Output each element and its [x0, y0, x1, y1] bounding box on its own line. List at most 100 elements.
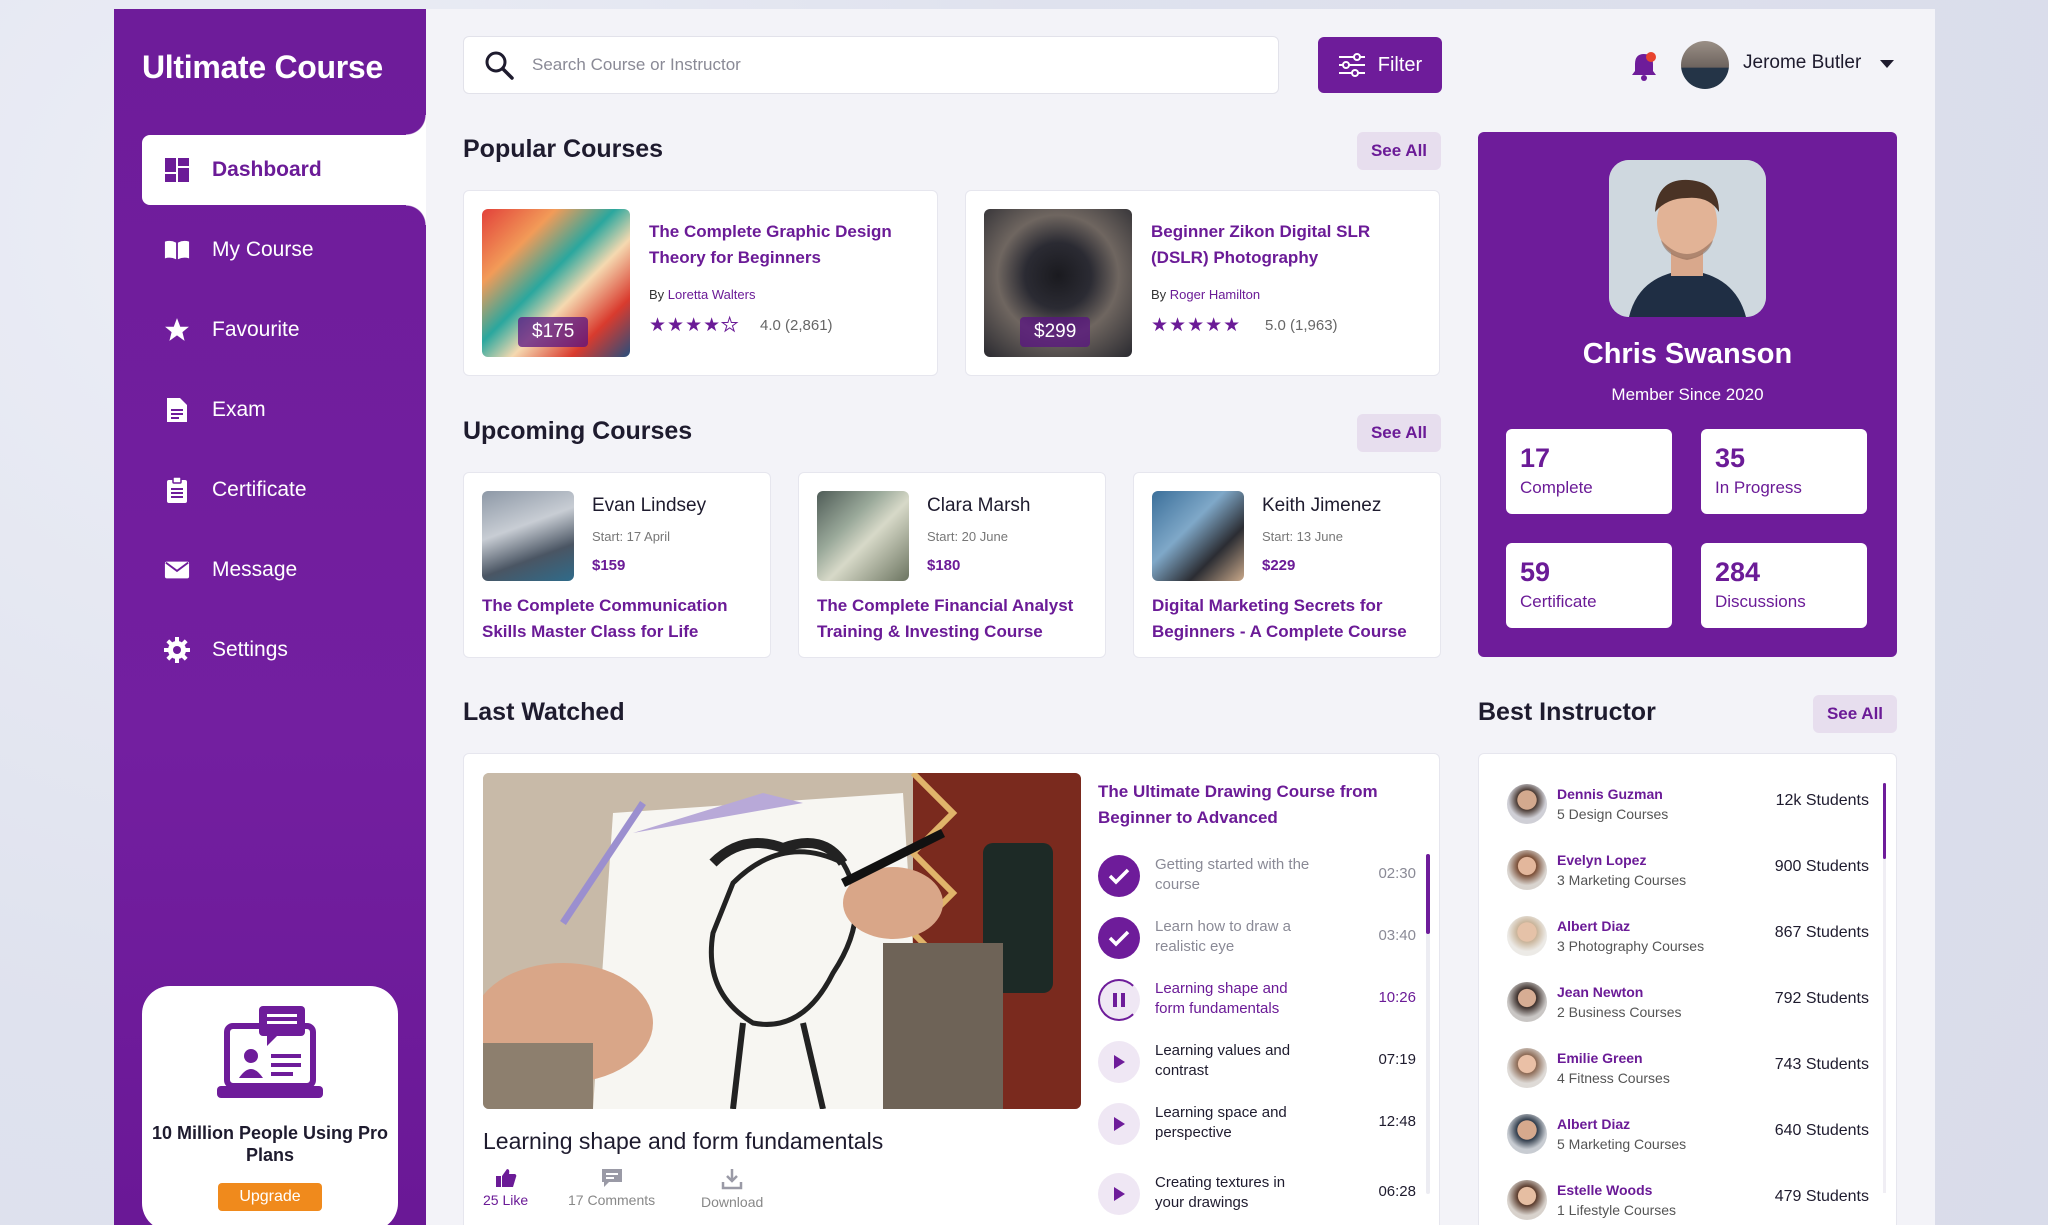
search-bar[interactable]: [463, 36, 1279, 94]
price-badge: $175: [518, 317, 589, 347]
course-title[interactable]: The Complete Graphic Design Theory for B…: [649, 219, 919, 271]
chevron-down-icon[interactable]: [1880, 60, 1894, 68]
instructor-see-all-button[interactable]: See All: [1813, 695, 1897, 733]
instructor-item[interactable]: Estelle Woods 1 Lifestyle Courses 479 Stud…: [1507, 1178, 1869, 1225]
playlist-scrollbar-thumb[interactable]: [1426, 854, 1430, 934]
filter-button[interactable]: Filter: [1318, 37, 1442, 93]
popular-courses-title: Popular Courses: [463, 135, 664, 163]
stat-certificate[interactable]: 59 Certificate: [1506, 543, 1672, 628]
playlist-course-title[interactable]: The Ultimate Drawing Course from Beginne…: [1098, 779, 1398, 831]
instructor-item[interactable]: Albert Diaz 5 Marketing Courses 640 Studen…: [1507, 1112, 1869, 1160]
stat-discussions[interactable]: 284 Discussions: [1701, 543, 1867, 628]
comments-button[interactable]: 17 Comments: [568, 1168, 655, 1208]
course-title[interactable]: Beginner Zikon Digital SLR (DSLR) Photog…: [1151, 219, 1431, 271]
sidebar-item-label: Exam: [212, 398, 266, 421]
instructor-item[interactable]: Jean Newton 2 Business Courses 792 Student…: [1507, 980, 1869, 1028]
last-watched-title: Last Watched: [463, 698, 625, 726]
last-watched-card: Learning shape and form fundamentals 25 …: [463, 753, 1440, 1225]
lesson-item[interactable]: Learning space and perspective 12:48: [1098, 1099, 1416, 1149]
course-thumbnail: $299: [984, 209, 1132, 357]
star-icon: [164, 317, 190, 343]
document-icon: [164, 397, 190, 423]
sidebar-item-message[interactable]: Message: [142, 535, 426, 605]
app-window: Ultimate Course Dashboard My Course Favo…: [114, 9, 1935, 1225]
avatar: [1507, 850, 1547, 890]
upgrade-button[interactable]: Upgrade: [218, 1183, 322, 1211]
upcoming-course-card[interactable]: Clara Marsh Start: 20 June $180 The Comp…: [798, 472, 1106, 658]
course-price: $180: [927, 557, 961, 574]
course-title[interactable]: The Complete Financial Analyst Training …: [817, 593, 1097, 645]
instructor-item[interactable]: Dennis Guzman 5 Design Courses 12k Student…: [1507, 782, 1869, 830]
stat-complete[interactable]: 17 Complete: [1506, 429, 1672, 514]
instructor-list: Dennis Guzman 5 Design Courses 12k Student…: [1478, 753, 1897, 1225]
course-price: $229: [1262, 557, 1296, 574]
popular-see-all-button[interactable]: See All: [1357, 132, 1441, 170]
course-card[interactable]: $175 The Complete Graphic Design Theory …: [463, 190, 938, 376]
clipboard-icon: [164, 476, 190, 503]
sidebar-item-certificate[interactable]: Certificate: [142, 455, 426, 525]
check-icon: [1098, 917, 1140, 959]
course-thumbnail: [817, 491, 909, 581]
lesson-item[interactable]: Creating textures in your drawings 06:28: [1098, 1169, 1416, 1219]
search-icon: [485, 51, 514, 80]
course-thumbnail: [482, 491, 574, 581]
sidebar-item-dashboard[interactable]: Dashboard: [142, 115, 426, 225]
avatar: [1507, 1180, 1547, 1220]
sidebar-item-label: Settings: [212, 638, 288, 661]
pause-icon: [1098, 979, 1140, 1021]
sidebar-item-label: Favourite: [212, 318, 300, 341]
comment-icon: [601, 1169, 622, 1187]
upcoming-course-card[interactable]: Evan Lindsey Start: 17 April $159 The Co…: [463, 472, 771, 658]
sidebar-item-favourite[interactable]: Favourite: [142, 295, 426, 365]
sidebar-item-label: Message: [212, 558, 298, 581]
search-input[interactable]: [532, 55, 1232, 75]
rating-value: 4.0 (2,861): [760, 317, 833, 334]
rating-stars: ★★★★★: [1151, 315, 1242, 336]
lesson-item-active[interactable]: Learning shape and form fundamentals 10:…: [1098, 975, 1416, 1025]
download-button[interactable]: Download: [701, 1168, 763, 1210]
price-badge: $299: [1020, 317, 1091, 347]
rating-stars: ★★★★★: [649, 315, 740, 337]
instructor-scrollbar-thumb[interactable]: [1883, 783, 1886, 859]
sidebar: Ultimate Course Dashboard My Course Favo…: [114, 9, 426, 1225]
sidebar-item-my-course[interactable]: My Course: [142, 215, 426, 285]
lesson-item[interactable]: Learning values and contrast 07:19: [1098, 1037, 1416, 1087]
thumbs-up-icon: [495, 1169, 516, 1187]
stat-in-progress[interactable]: 35 In Progress: [1701, 429, 1867, 514]
pro-plan-promo: 10 Million People Using Pro Plans Upgrad…: [142, 986, 398, 1225]
filter-label: Filter: [1377, 53, 1423, 76]
sidebar-item-settings[interactable]: Settings: [142, 615, 426, 685]
profile-name: Chris Swanson: [1582, 338, 1793, 370]
member-since: Member Since 2020: [1611, 385, 1764, 404]
course-card[interactable]: $299 Beginner Zikon Digital SLR (DSLR) P…: [965, 190, 1440, 376]
dashboard-icon: [164, 157, 190, 183]
course-price: $159: [592, 557, 626, 574]
instructor-item[interactable]: Evelyn Lopez 3 Marketing Courses 900 Stude…: [1507, 848, 1869, 896]
lesson-item[interactable]: Learn how to draw a realistic eye 03:40: [1098, 913, 1416, 963]
avatar: [1507, 1048, 1547, 1088]
download-icon: [721, 1169, 743, 1190]
user-avatar[interactable]: [1681, 41, 1729, 89]
sidebar-item-label: Certificate: [212, 478, 307, 501]
instructor-item[interactable]: Emilie Green 4 Fitness Courses 743 Student…: [1507, 1046, 1869, 1094]
course-title[interactable]: Digital Marketing Secrets for Beginners …: [1152, 593, 1432, 645]
check-icon: [1098, 855, 1140, 897]
upcoming-course-card[interactable]: Keith Jimenez Start: 13 June $229 Digita…: [1133, 472, 1441, 658]
lesson-item[interactable]: Getting started with the course 02:30: [1098, 851, 1416, 901]
notification-bell-icon[interactable]: [1630, 51, 1658, 86]
book-icon: [164, 237, 190, 263]
course-title[interactable]: The Complete Communication Skills Master…: [482, 593, 762, 645]
play-icon: [1098, 1041, 1140, 1083]
sidebar-item-exam[interactable]: Exam: [142, 375, 426, 445]
video-caption: Learning shape and form fundamentals: [483, 1128, 884, 1154]
sidebar-item-label: My Course: [212, 238, 314, 261]
instructor-name: Clara Marsh: [927, 495, 1031, 516]
best-instructor-title: Best Instructor: [1478, 698, 1656, 726]
video-player[interactable]: [483, 773, 1081, 1109]
instructor-item[interactable]: Albert Diaz 3 Photography Courses 867 Stud…: [1507, 914, 1869, 962]
course-author: By Loretta Walters: [649, 287, 756, 302]
app-logo[interactable]: Ultimate Course: [142, 49, 383, 86]
user-name[interactable]: Jerome Butler: [1743, 52, 1861, 74]
like-button[interactable]: 25 Like: [483, 1168, 528, 1208]
upcoming-see-all-button[interactable]: See All: [1357, 414, 1441, 452]
